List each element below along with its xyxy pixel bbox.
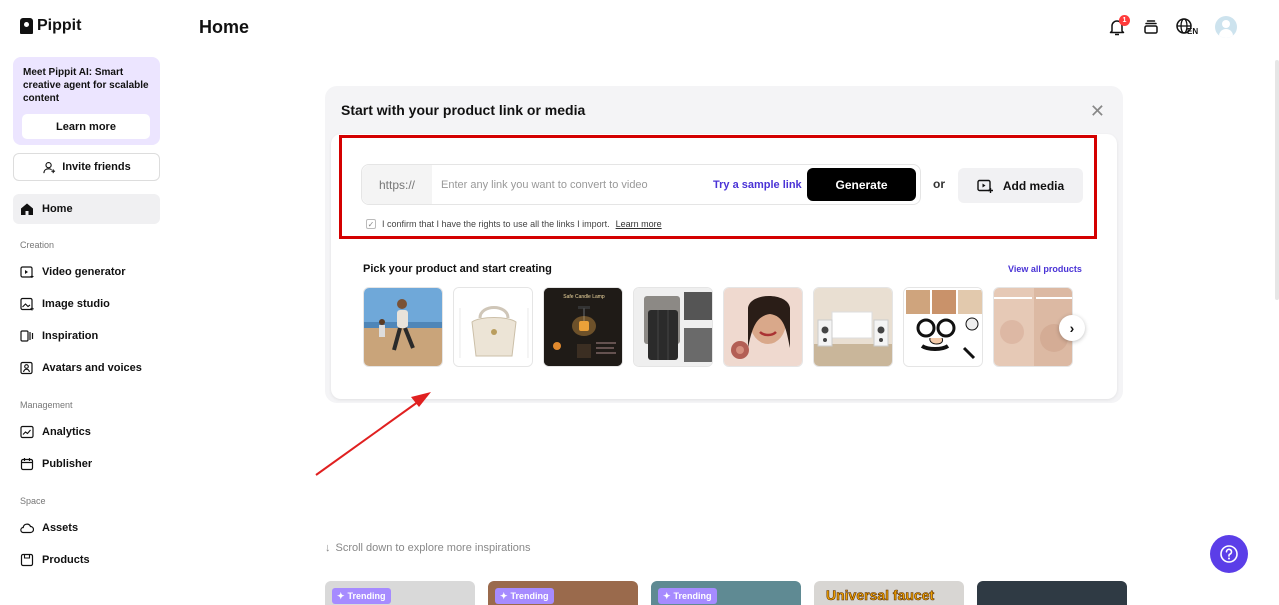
add-media-button[interactable]: Add media bbox=[958, 168, 1083, 203]
product-thumb-tablet-case[interactable] bbox=[633, 287, 713, 367]
app-logo[interactable]: Pippit bbox=[20, 17, 81, 35]
header-actions: 1 EN bbox=[1107, 15, 1237, 38]
analytics-icon bbox=[20, 425, 34, 439]
sparkle-icon: ✦ bbox=[500, 590, 508, 601]
rights-confirmation: ✓ I confirm that I have the rights to us… bbox=[366, 219, 662, 229]
sidebar-item-products[interactable]: Products bbox=[13, 545, 160, 575]
card-title: Start with your product link or media bbox=[341, 102, 586, 118]
avatar-voice-icon bbox=[20, 361, 34, 375]
add-media-icon bbox=[977, 179, 993, 193]
sparkle-icon: ✦ bbox=[663, 590, 671, 601]
cloud-icon bbox=[20, 521, 34, 535]
notification-badge: 1 bbox=[1119, 15, 1130, 26]
scroll-hint-text: Scroll down to explore more inspirations bbox=[335, 542, 531, 554]
sidebar-item-label: Home bbox=[42, 203, 73, 215]
trending-card[interactable]: ✦ Trending bbox=[325, 581, 475, 605]
promo-card: Meet Pippit AI: Smart creative agent for… bbox=[13, 57, 160, 145]
sidebar-item-label: Image studio bbox=[42, 298, 110, 310]
calendar-icon bbox=[20, 457, 34, 471]
pippit-logo-icon bbox=[20, 18, 33, 34]
trending-badge: ✦ Trending bbox=[495, 588, 554, 604]
sidebar: Pippit Meet Pippit AI: Smart creative ag… bbox=[0, 0, 172, 605]
section-creation-title: Creation bbox=[20, 240, 55, 250]
invite-friends-button[interactable]: Invite friends bbox=[13, 153, 160, 181]
thumbnails-next-button[interactable]: › bbox=[1059, 315, 1085, 341]
page-scrollbar[interactable] bbox=[1275, 60, 1279, 300]
user-avatar[interactable] bbox=[1215, 16, 1237, 38]
product-link-input[interactable] bbox=[441, 178, 711, 191]
confirm-learn-more-link[interactable]: Learn more bbox=[616, 219, 662, 229]
section-management-title: Management bbox=[20, 400, 73, 410]
promo-learn-more-button[interactable]: Learn more bbox=[22, 114, 150, 139]
sidebar-item-image-studio[interactable]: Image studio bbox=[13, 289, 160, 319]
sidebar-item-avatars-voices[interactable]: Avatars and voices bbox=[13, 353, 160, 383]
product-thumb-speakers[interactable] bbox=[813, 287, 893, 367]
stack-icon bbox=[1144, 20, 1158, 34]
generate-button[interactable]: Generate bbox=[807, 168, 916, 201]
product-thumbnails: Safe Candle Lamp bbox=[363, 287, 1083, 367]
sidebar-item-label: Video generator bbox=[42, 266, 126, 278]
wallet-button[interactable] bbox=[1141, 17, 1161, 37]
link-input-row: https:// Try a sample link Generate bbox=[361, 164, 921, 205]
trending-caption: Universal faucet bbox=[826, 587, 935, 604]
or-divider-text: or bbox=[933, 177, 945, 191]
sidebar-item-label: Inspiration bbox=[42, 330, 99, 342]
arrow-down-icon: ↓ bbox=[325, 542, 331, 554]
language-button[interactable]: EN bbox=[1175, 17, 1201, 37]
inspiration-icon bbox=[20, 329, 34, 343]
close-icon[interactable]: ✕ bbox=[1090, 101, 1105, 122]
product-thumb-candle-lamp[interactable]: Safe Candle Lamp bbox=[543, 287, 623, 367]
link-prefix: https:// bbox=[362, 165, 432, 204]
sidebar-item-label: Avatars and voices bbox=[42, 362, 142, 374]
product-box-icon bbox=[20, 553, 34, 567]
help-icon bbox=[1220, 545, 1238, 563]
app-root: Pippit Meet Pippit AI: Smart creative ag… bbox=[0, 0, 1279, 605]
video-generator-icon bbox=[20, 265, 34, 279]
sparkle-icon: ✦ bbox=[337, 590, 345, 601]
try-sample-link[interactable]: Try a sample link bbox=[713, 179, 802, 191]
language-code: EN bbox=[1187, 27, 1199, 36]
sidebar-item-label: Analytics bbox=[42, 426, 91, 438]
view-all-products-link[interactable]: View all products bbox=[1008, 264, 1082, 274]
home-icon bbox=[20, 202, 34, 216]
trending-row: ✦ Trending ✦ Trending ✦ Trending Universal … bbox=[325, 581, 1127, 605]
trending-card[interactable]: Universal faucet bbox=[814, 581, 964, 605]
confirm-checkbox[interactable]: ✓ bbox=[366, 219, 376, 229]
sidebar-item-label: Publisher bbox=[42, 458, 93, 470]
help-button[interactable] bbox=[1210, 535, 1248, 573]
invite-label: Invite friends bbox=[62, 161, 131, 173]
add-media-label: Add media bbox=[1002, 178, 1065, 193]
sidebar-item-label: Products bbox=[42, 554, 90, 566]
sidebar-item-label: Assets bbox=[42, 522, 79, 534]
section-space-title: Space bbox=[20, 496, 46, 506]
trending-card[interactable]: ✦ Trending bbox=[488, 581, 638, 605]
add-user-icon bbox=[42, 160, 56, 174]
sidebar-item-video-generator[interactable]: Video generator bbox=[13, 257, 160, 287]
pick-product-title: Pick your product and start creating bbox=[363, 263, 552, 275]
confirm-text: I confirm that I have the rights to use … bbox=[382, 219, 610, 229]
svg-text:Safe Candle Lamp: Safe Candle Lamp bbox=[563, 294, 605, 300]
trending-card[interactable]: ✦ Trending bbox=[651, 581, 801, 605]
notifications-button[interactable]: 1 bbox=[1107, 15, 1130, 37]
annotation-arrow bbox=[315, 392, 431, 476]
chevron-right-icon: › bbox=[1069, 320, 1075, 336]
product-thumb-party-glasses[interactable] bbox=[903, 287, 983, 367]
promo-text: Meet Pippit AI: Smart creative agent for… bbox=[23, 67, 149, 104]
product-thumb-beach[interactable] bbox=[363, 287, 443, 367]
trending-card[interactable] bbox=[977, 581, 1127, 605]
product-thumb-makeup[interactable] bbox=[723, 287, 803, 367]
product-thumb-handbag[interactable] bbox=[453, 287, 533, 367]
trending-badge: ✦ Trending bbox=[332, 588, 391, 604]
scroll-hint: ↓ Scroll down to explore more inspiratio… bbox=[325, 542, 531, 554]
image-studio-icon bbox=[20, 297, 34, 311]
trending-badge: ✦ Trending bbox=[658, 588, 717, 604]
sidebar-item-publisher[interactable]: Publisher bbox=[13, 449, 160, 479]
app-name: Pippit bbox=[37, 17, 82, 34]
sidebar-item-inspiration[interactable]: Inspiration bbox=[13, 321, 160, 351]
sidebar-item-home[interactable]: Home bbox=[13, 194, 160, 224]
sidebar-item-analytics[interactable]: Analytics bbox=[13, 417, 160, 447]
sidebar-item-assets[interactable]: Assets bbox=[13, 513, 160, 543]
page-title: Home bbox=[199, 17, 250, 37]
